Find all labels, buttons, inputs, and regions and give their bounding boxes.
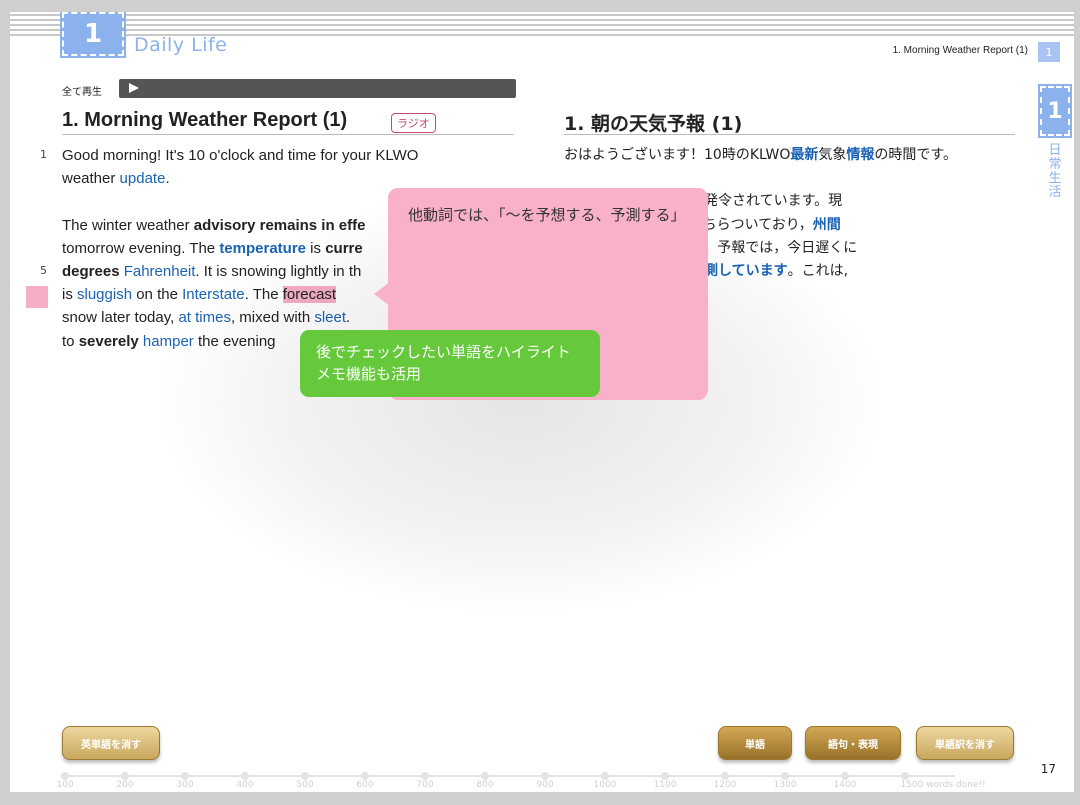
- vocab-word[interactable]: 情報: [846, 147, 874, 163]
- progress-tick-label: 100: [56, 780, 74, 790]
- progress-tick-label: 900: [536, 780, 554, 790]
- progress-tick-label: 300: [176, 780, 194, 790]
- passage-text: is: [306, 239, 326, 257]
- progress-tick: [241, 772, 249, 780]
- radio-tag: ラジオ: [391, 113, 436, 133]
- passage-text: .: [165, 170, 170, 188]
- vocab-word[interactable]: curre: [325, 240, 363, 257]
- progress-tick-label: 600: [356, 780, 374, 790]
- progress-tick: [721, 772, 729, 780]
- passage-text: tomorrow evening. The: [62, 239, 220, 257]
- english-title: 1. Morning Weather Report (1): [62, 109, 348, 131]
- japanese-title: 1. 朝の天気予報 (1): [564, 113, 743, 135]
- passage-text: the evening: [193, 332, 276, 350]
- progress-tick: [301, 772, 309, 780]
- japanese-title-rule: [564, 134, 1015, 135]
- passage-text: 気象: [818, 147, 847, 163]
- highlight-marker[interactable]: [26, 286, 48, 308]
- hint-popup: 後でチェックしたい単語をハイライト メモ機能も活用: [300, 330, 600, 397]
- passage-text: is: [62, 286, 77, 304]
- passage-text: , mixed with: [230, 309, 315, 327]
- phrases-button[interactable]: 語句・表現: [805, 726, 901, 760]
- running-number: 1: [1038, 42, 1060, 62]
- passage-line: weather update.: [62, 167, 522, 190]
- side-chapter-label: 日常生活: [1048, 143, 1062, 200]
- progress-tick-label: 1100: [653, 780, 677, 790]
- play-all-label: 全て再生: [62, 87, 102, 98]
- passage-text: 。予報では，今日遅くに: [703, 239, 858, 256]
- hide-english-button[interactable]: 英単語を消す: [62, 726, 160, 760]
- passage-text: . The: [244, 286, 283, 304]
- progress-tick-label: 400: [236, 780, 254, 790]
- progress-tick: [661, 772, 669, 780]
- english-title-rule: [62, 134, 514, 135]
- vocab-word[interactable]: at times: [178, 309, 231, 326]
- progress-tick: [781, 772, 789, 780]
- progress-tick: [421, 772, 429, 780]
- passage-text: 。これは,: [787, 262, 849, 279]
- passage-line: [564, 167, 1024, 190]
- progress-tick: [541, 772, 549, 780]
- hint-line: メモ機能も活用: [316, 365, 422, 383]
- hint-line: 後でチェックしたい単語をハイライト: [316, 343, 571, 361]
- passage-text: .: [346, 309, 351, 327]
- progress-tick-label: 1300: [773, 780, 797, 790]
- progress-tick: [181, 772, 189, 780]
- side-chapter-tab[interactable]: 1: [1038, 84, 1072, 138]
- vocab-word[interactable]: Interstate: [182, 286, 245, 303]
- passage-line: Good morning! It's 10 o'clock and time f…: [62, 144, 522, 167]
- passage-text: . It is snowing lightly in th: [195, 262, 362, 280]
- progress-tick: [481, 772, 489, 780]
- passage-text: to: [62, 332, 79, 350]
- vocab-word[interactable]: update: [120, 170, 166, 187]
- progress-line: [65, 775, 955, 777]
- vocab-word[interactable]: Fahrenheit: [124, 263, 196, 280]
- progress-tick: [61, 772, 69, 780]
- passage-text: おはようございます！10時のKLWO: [564, 147, 791, 163]
- words-button[interactable]: 単語: [718, 726, 792, 760]
- vocab-word[interactable]: hamper: [143, 333, 194, 350]
- progress-tick: [361, 772, 369, 780]
- hide-word-translation-button[interactable]: 単語訳を消す: [916, 726, 1014, 760]
- progress-tick-label: 200: [116, 780, 134, 790]
- vocab-word[interactable]: temperature: [219, 240, 306, 257]
- line-number: 1: [40, 148, 47, 161]
- progress-tick-label: 500: [296, 780, 314, 790]
- vocab-word[interactable]: advisory remains in effe: [194, 217, 366, 234]
- header-stripes: [10, 14, 1074, 36]
- highlighted-word[interactable]: forecast: [282, 286, 337, 304]
- chapter-title: Daily Life: [134, 34, 228, 56]
- progress-track: 100 200 300 400 500 600 700 800 900 1000 1100 1200 1…: [56, 772, 986, 792]
- vocab-word[interactable]: severely: [79, 333, 139, 350]
- passage-text: The winter weather: [62, 216, 194, 234]
- running-title: 1. Morning Weather Report (1): [892, 45, 1028, 56]
- line-number: 5: [40, 264, 47, 277]
- progress-tick-label: 1000: [593, 780, 617, 790]
- passage-text: の時間です。: [874, 147, 957, 163]
- play-all-bar[interactable]: [119, 79, 516, 98]
- progress-tick-label: 1400: [833, 780, 857, 790]
- page-number: 17: [1040, 762, 1056, 776]
- passage-text: snow later today,: [62, 309, 179, 327]
- vocab-word[interactable]: 最新: [790, 147, 818, 163]
- passage-text: weather: [62, 170, 120, 188]
- vocab-word[interactable]: sluggish: [77, 286, 132, 303]
- progress-tick: [841, 772, 849, 780]
- passage-line: おはようございます！10時のKLWO最新気象情報の時間です。: [564, 144, 1024, 167]
- progress-tick: [901, 772, 909, 780]
- progress-tick-label: 1200: [713, 780, 737, 790]
- passage-text: Good morning! It's 10 o'clock and time f…: [62, 147, 419, 164]
- progress-tick-label: 1500 words done!!: [900, 780, 986, 790]
- passage-text: on the: [132, 286, 183, 304]
- play-icon[interactable]: [129, 83, 139, 93]
- progress-tick: [601, 772, 609, 780]
- progress-tick: [121, 772, 129, 780]
- progress-tick-label: 700: [416, 780, 434, 790]
- vocab-word[interactable]: degrees: [62, 263, 124, 280]
- vocab-word[interactable]: 州間: [813, 217, 841, 233]
- progress-tick-label: 800: [476, 780, 494, 790]
- chapter-number-badge: 1: [60, 12, 126, 58]
- vocab-word[interactable]: sleet: [314, 309, 346, 326]
- page: 1 Daily Life 1. Morning Weather Report (…: [10, 12, 1074, 792]
